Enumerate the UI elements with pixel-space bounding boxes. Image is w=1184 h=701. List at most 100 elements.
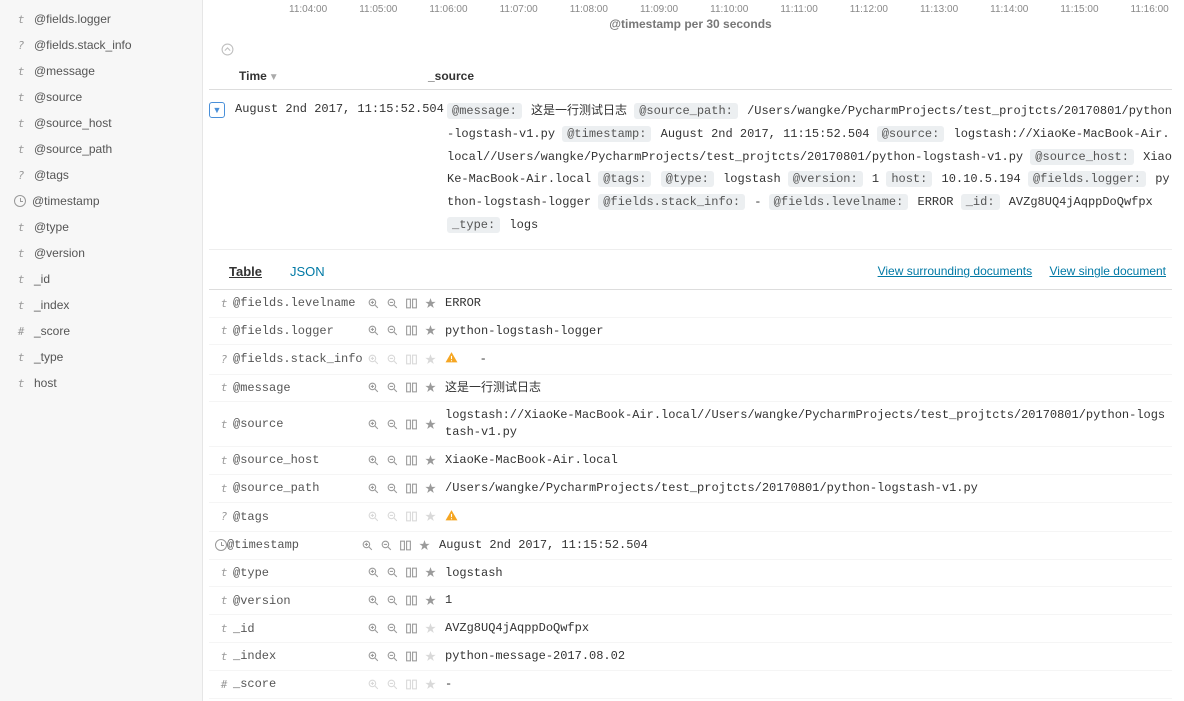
filter-out-icon[interactable] bbox=[386, 296, 399, 311]
filter-in-icon[interactable] bbox=[361, 538, 374, 553]
filter-in-icon[interactable] bbox=[367, 593, 380, 608]
exists-filter-icon[interactable] bbox=[424, 593, 437, 608]
exists-filter-icon[interactable] bbox=[424, 352, 437, 367]
view-surrounding-link[interactable]: View surrounding documents bbox=[878, 264, 1033, 278]
filter-in-icon[interactable] bbox=[367, 481, 380, 496]
toggle-column-icon[interactable] bbox=[405, 323, 418, 338]
field-item[interactable]: thost bbox=[0, 370, 202, 396]
detail-field-value: XiaoKe-MacBook-Air.local bbox=[445, 452, 1166, 469]
filter-in-icon[interactable] bbox=[367, 649, 380, 664]
filter-out-icon[interactable] bbox=[386, 380, 399, 395]
source-value: - bbox=[754, 195, 761, 209]
detail-row: t@source_hostXiaoKe-MacBook-Air.local bbox=[209, 447, 1172, 475]
field-item[interactable]: t@source_host bbox=[0, 110, 202, 136]
source-value: logs bbox=[509, 218, 538, 232]
field-item[interactable]: t@source bbox=[0, 84, 202, 110]
detail-field-value: August 2nd 2017, 11:15:52.504 bbox=[439, 537, 1166, 554]
filter-out-icon[interactable] bbox=[380, 538, 393, 553]
toggle-column-icon[interactable] bbox=[405, 649, 418, 664]
toggle-column-icon[interactable] bbox=[405, 593, 418, 608]
axis-tick: 11:16:00 bbox=[1131, 4, 1169, 15]
detail-field-value: python-message-2017.08.02 bbox=[445, 648, 1166, 665]
toggle-column-icon[interactable] bbox=[405, 417, 418, 432]
toggle-column-icon[interactable] bbox=[405, 352, 418, 367]
sort-desc-icon[interactable]: ▼ bbox=[267, 72, 279, 83]
field-item[interactable]: ?@tags bbox=[0, 162, 202, 188]
exists-filter-icon[interactable] bbox=[424, 565, 437, 580]
axis-tick: 11:07:00 bbox=[500, 4, 538, 15]
filter-out-icon[interactable] bbox=[386, 453, 399, 468]
exists-filter-icon[interactable] bbox=[424, 453, 437, 468]
filter-in-icon[interactable] bbox=[367, 509, 380, 524]
exists-filter-icon[interactable] bbox=[424, 677, 437, 692]
filter-out-icon[interactable] bbox=[386, 323, 399, 338]
exists-filter-icon[interactable] bbox=[418, 538, 431, 553]
filter-out-icon[interactable] bbox=[386, 352, 399, 367]
axis-tick: 11:14:00 bbox=[990, 4, 1028, 15]
toggle-column-icon[interactable] bbox=[405, 380, 418, 395]
view-single-link[interactable]: View single document bbox=[1049, 264, 1166, 278]
exists-filter-icon[interactable] bbox=[424, 509, 437, 524]
toggle-column-icon[interactable] bbox=[405, 296, 418, 311]
field-item[interactable]: t@fields.logger bbox=[0, 6, 202, 32]
toggle-column-icon[interactable] bbox=[405, 481, 418, 496]
collapse-up-icon[interactable] bbox=[209, 35, 1172, 63]
detail-field-name: _score bbox=[233, 677, 367, 691]
field-item[interactable]: #_score bbox=[0, 318, 202, 344]
field-item[interactable]: t_index bbox=[0, 292, 202, 318]
field-item[interactable]: t@version bbox=[0, 240, 202, 266]
source-key: @fields.stack_info: bbox=[598, 194, 745, 210]
expand-toggle-button[interactable]: ▼ bbox=[209, 102, 225, 118]
exists-filter-icon[interactable] bbox=[424, 380, 437, 395]
toggle-column-icon[interactable] bbox=[405, 453, 418, 468]
field-item[interactable]: t@message bbox=[0, 58, 202, 84]
filter-out-icon[interactable] bbox=[386, 649, 399, 664]
filter-out-icon[interactable] bbox=[386, 593, 399, 608]
filter-in-icon[interactable] bbox=[367, 323, 380, 338]
detail-field-name: _id bbox=[233, 622, 367, 636]
tab-table[interactable]: Table bbox=[215, 254, 276, 289]
filter-out-icon[interactable] bbox=[386, 481, 399, 496]
toggle-column-icon[interactable] bbox=[405, 621, 418, 636]
toggle-column-icon[interactable] bbox=[405, 677, 418, 692]
filter-in-icon[interactable] bbox=[367, 453, 380, 468]
tab-json[interactable]: JSON bbox=[276, 254, 339, 289]
field-item[interactable]: t_type bbox=[0, 344, 202, 370]
filter-in-icon[interactable] bbox=[367, 565, 380, 580]
field-item[interactable]: t_id bbox=[0, 266, 202, 292]
filter-in-icon[interactable] bbox=[367, 417, 380, 432]
filter-out-icon[interactable] bbox=[386, 417, 399, 432]
exists-filter-icon[interactable] bbox=[424, 481, 437, 496]
filter-out-icon[interactable] bbox=[386, 565, 399, 580]
type-indicator: t bbox=[215, 594, 233, 607]
type-indicator: t bbox=[14, 91, 28, 104]
filter-in-icon[interactable] bbox=[367, 296, 380, 311]
field-item[interactable]: @timestamp bbox=[0, 188, 202, 214]
type-indicator: t bbox=[215, 297, 233, 310]
exists-filter-icon[interactable] bbox=[424, 417, 437, 432]
exists-filter-icon[interactable] bbox=[424, 296, 437, 311]
field-name: @message bbox=[28, 64, 95, 78]
filter-out-icon[interactable] bbox=[386, 621, 399, 636]
toggle-column-icon[interactable] bbox=[399, 538, 412, 553]
filter-out-icon[interactable] bbox=[386, 677, 399, 692]
filter-in-icon[interactable] bbox=[367, 621, 380, 636]
column-source[interactable]: _source bbox=[424, 69, 474, 83]
exists-filter-icon[interactable] bbox=[424, 649, 437, 664]
filter-out-icon[interactable] bbox=[386, 509, 399, 524]
axis-tick: 11:05:00 bbox=[359, 4, 397, 15]
source-key: _id: bbox=[961, 194, 1000, 210]
field-item[interactable]: t@type bbox=[0, 214, 202, 240]
toggle-column-icon[interactable] bbox=[405, 565, 418, 580]
toggle-column-icon[interactable] bbox=[405, 509, 418, 524]
filter-in-icon[interactable] bbox=[367, 677, 380, 692]
filter-in-icon[interactable] bbox=[367, 380, 380, 395]
filter-in-icon[interactable] bbox=[367, 352, 380, 367]
field-item[interactable]: ?@fields.stack_info bbox=[0, 32, 202, 58]
exists-filter-icon[interactable] bbox=[424, 621, 437, 636]
fields-sidebar: t@fields.logger?@fields.stack_infot@mess… bbox=[0, 0, 203, 701]
detail-field-value: - bbox=[445, 350, 1166, 368]
field-item[interactable]: t@source_path bbox=[0, 136, 202, 162]
exists-filter-icon[interactable] bbox=[424, 323, 437, 338]
column-time[interactable]: Time▼ bbox=[209, 69, 424, 83]
